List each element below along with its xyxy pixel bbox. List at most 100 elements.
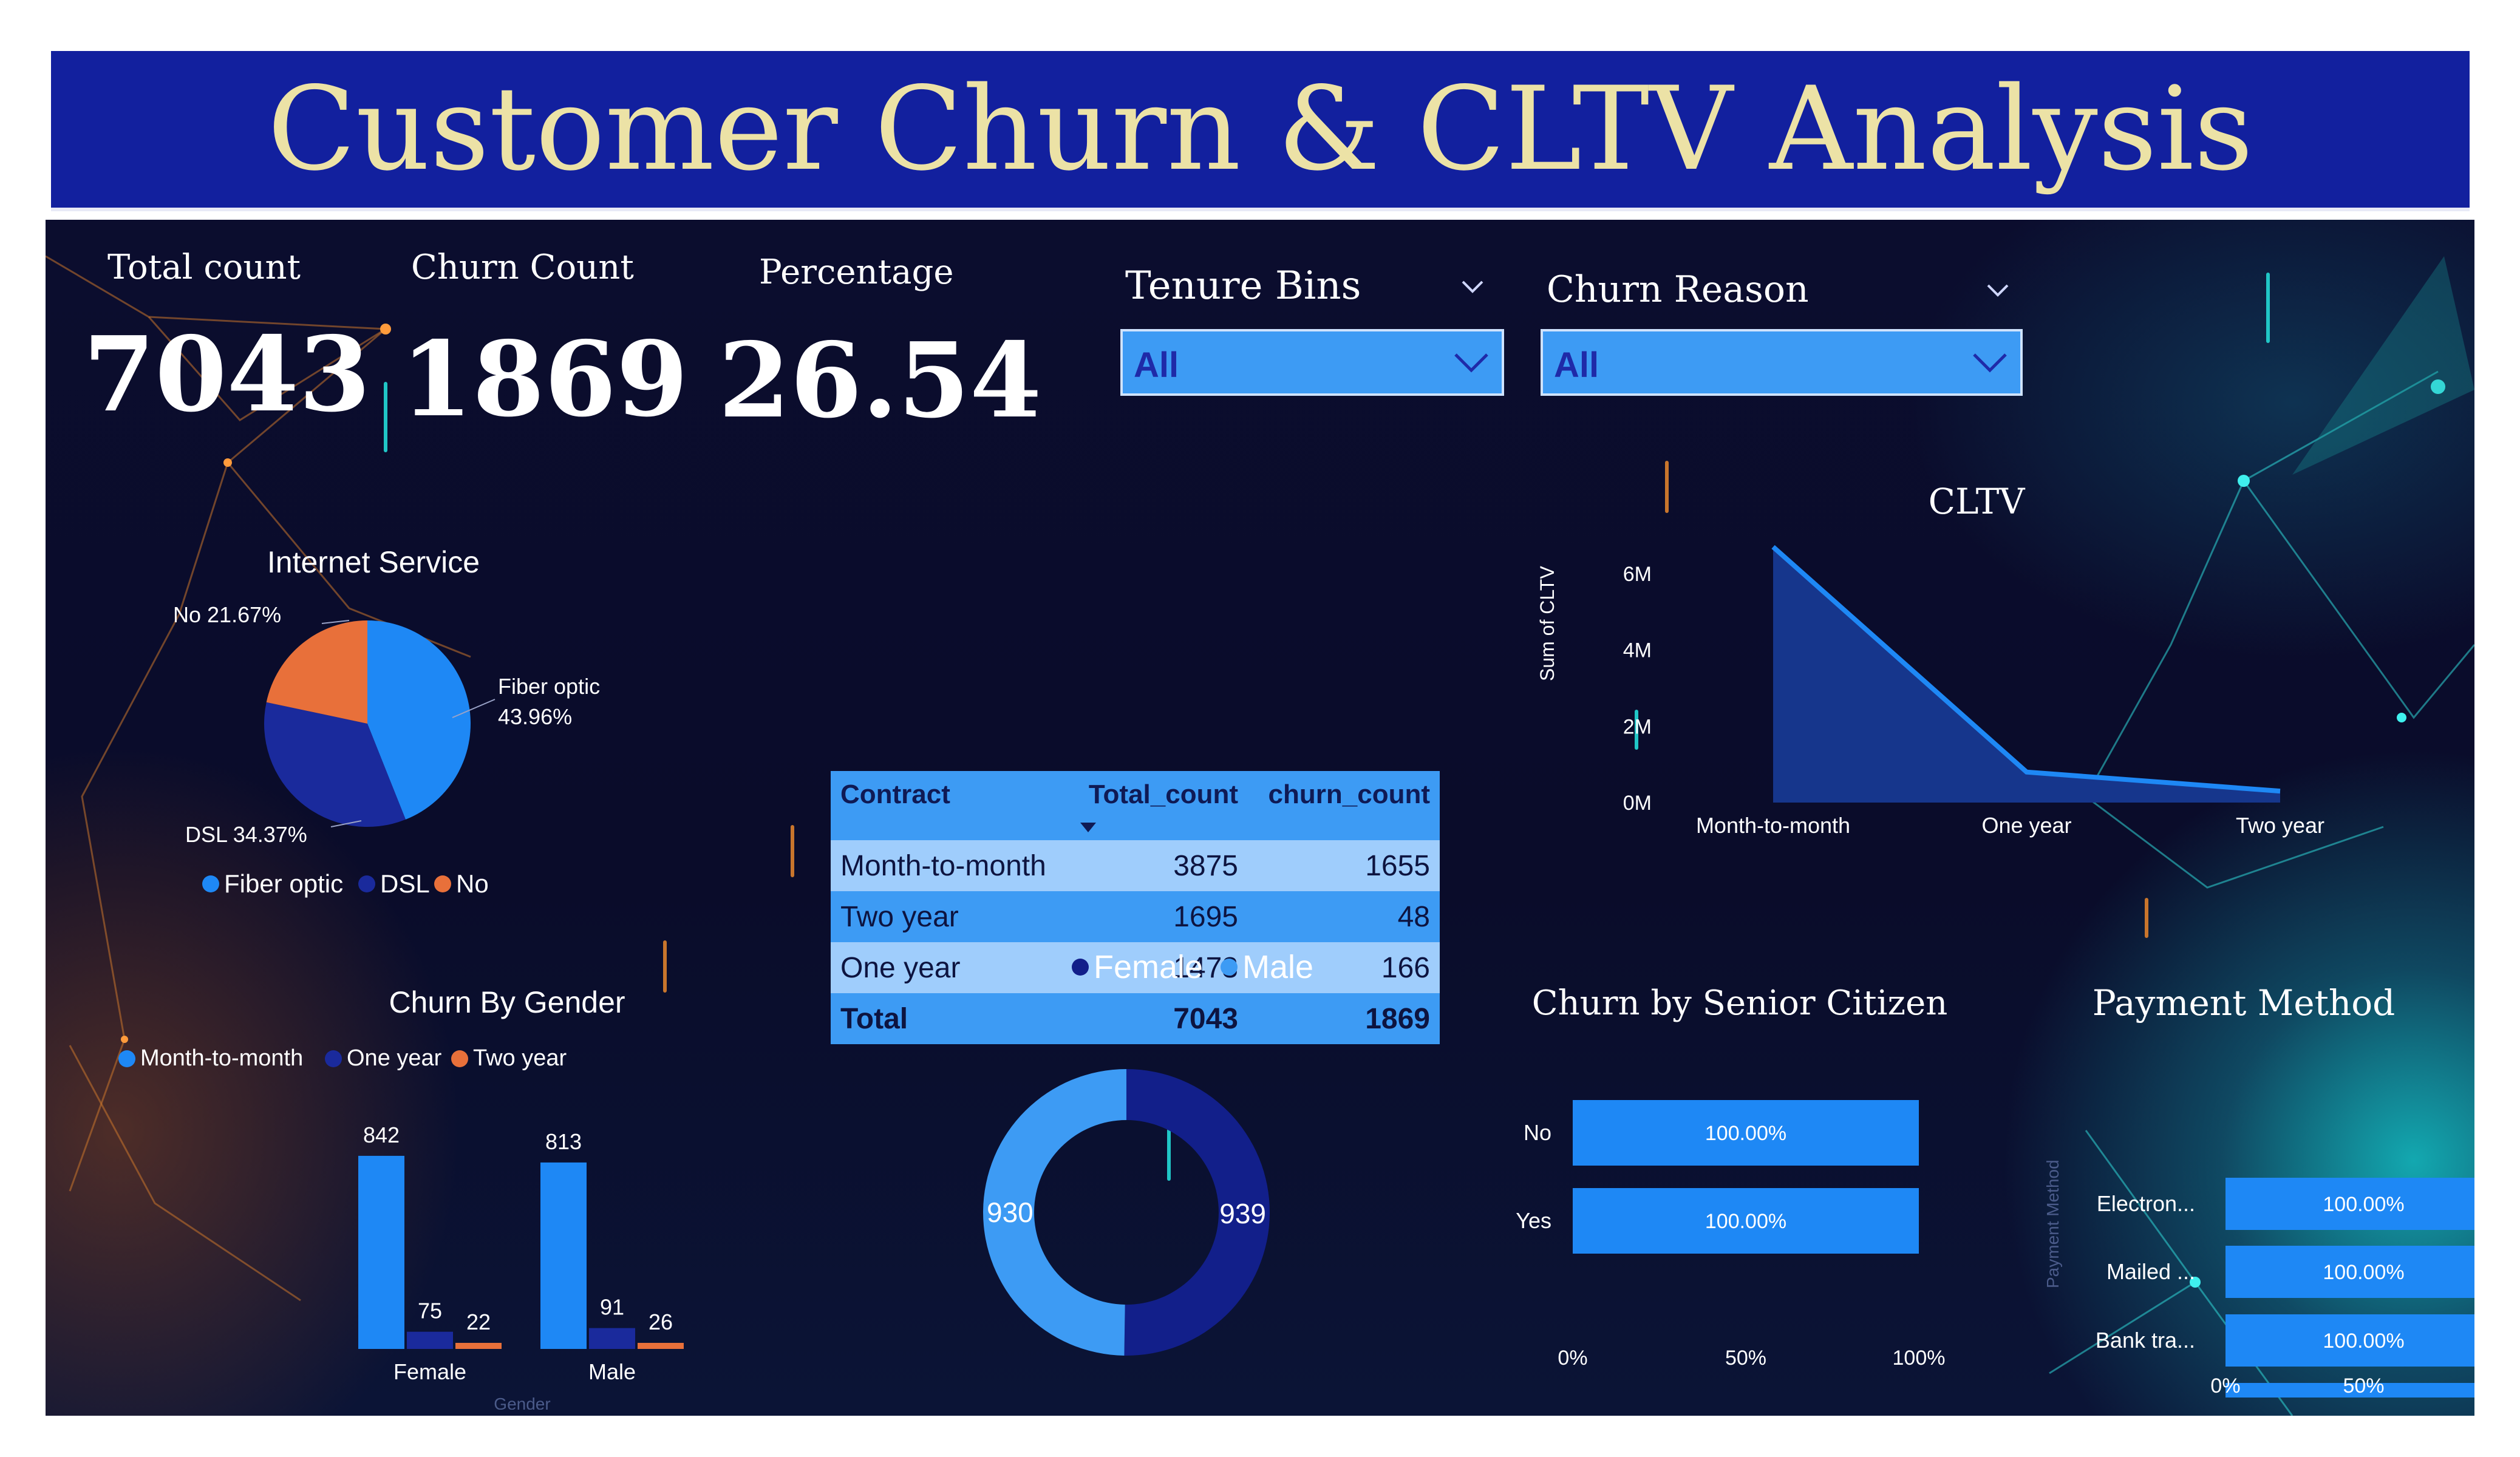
legend-dot-icon bbox=[202, 875, 219, 892]
pie-callout-fiber-pct: 43.96% bbox=[498, 704, 573, 729]
table-cell: 1869 bbox=[1247, 993, 1440, 1044]
churn-count-label: Churn Count bbox=[411, 248, 634, 287]
bar-male-one-year bbox=[589, 1328, 635, 1349]
bar-category-label: Credit c... bbox=[2102, 1396, 2195, 1398]
legend-dot-icon bbox=[451, 1050, 468, 1067]
title-banner: Customer Churn & CLTV Analysis bbox=[51, 51, 2470, 211]
bar-category-label: Bank tra... bbox=[2096, 1328, 2195, 1353]
bar-value-label: 22 bbox=[466, 1309, 491, 1334]
senior-citizen-chart: No 100.00% Yes 100.00% 0% 50% 100% bbox=[1516, 1100, 1946, 1370]
cltv-y-tick: 0M bbox=[1623, 792, 1652, 815]
legend-male[interactable]: Male bbox=[1221, 948, 1313, 986]
bar-male-two-year bbox=[638, 1343, 684, 1349]
churn-by-gender-chart: 842 75 22Female 813 91 26 Male Gender bbox=[358, 1122, 684, 1410]
churn-reason-title: Churn Reason bbox=[1547, 268, 1809, 311]
bar-female-one-year bbox=[407, 1331, 453, 1349]
cltv-y-tick: 4M bbox=[1623, 639, 1652, 662]
legend-dot-icon bbox=[1221, 959, 1238, 976]
bar-value-label: 91 bbox=[600, 1295, 624, 1320]
table-cell: Total bbox=[831, 993, 1069, 1044]
churn-by-gender-title: Churn By Gender bbox=[389, 985, 625, 1019]
legend-female[interactable]: Female bbox=[1072, 948, 1203, 986]
cltv-x-tick: One year bbox=[1981, 813, 2071, 838]
x-tick: 0% bbox=[2210, 1374, 2240, 1398]
donut-label-male: 939 bbox=[1219, 1198, 1266, 1229]
cltv-y-tick: 2M bbox=[1623, 715, 1652, 738]
cltv-x-tick: Month-to-month bbox=[1696, 813, 1850, 838]
internet-service-pie bbox=[264, 620, 471, 827]
bar-value-label: 100.00% bbox=[1705, 1210, 1786, 1233]
x-tick: 0% bbox=[1558, 1347, 1587, 1370]
legend-one-year[interactable]: One year bbox=[325, 1045, 441, 1072]
percentage-label: Percentage bbox=[759, 253, 954, 292]
pie-callout-no: No 21.67% bbox=[173, 602, 282, 627]
gender-donut-chart: 930 939 bbox=[982, 1069, 1270, 1356]
cltv-x-tick: Two year bbox=[2236, 813, 2324, 838]
table-cell: 1655 bbox=[1247, 840, 1440, 891]
table-header-row: Contract Total_count churn_count bbox=[831, 771, 1440, 840]
bar-category-label: Yes bbox=[1516, 1208, 1551, 1233]
table-cell: One year bbox=[831, 942, 1069, 993]
table-cell: 1695 bbox=[1069, 891, 1248, 942]
chevron-down-icon bbox=[1454, 353, 1488, 373]
column-header-contract[interactable]: Contract bbox=[831, 771, 1069, 840]
pie-callout-fiber-label: Fiber optic bbox=[498, 674, 601, 699]
churn-reason-selected: All bbox=[1554, 345, 1599, 385]
column-header-total-count[interactable]: Total_count bbox=[1069, 771, 1248, 840]
table-total-row: Total 7043 1869 bbox=[831, 993, 1440, 1044]
tenure-bins-title: Tenure Bins bbox=[1125, 263, 1361, 308]
x-tick: 100% bbox=[1893, 1347, 1946, 1370]
gender-x-tick: Male bbox=[588, 1359, 636, 1384]
bar-category-label: Mailed ... bbox=[2106, 1259, 2195, 1284]
gender-x-tick: Female bbox=[393, 1359, 466, 1384]
table-row[interactable]: Month-to-month 3875 1655 bbox=[831, 840, 1440, 891]
legend-fiber-optic[interactable]: Fiber optic bbox=[202, 869, 343, 898]
table-row[interactable]: Two year 1695 48 bbox=[831, 891, 1440, 942]
chevron-down-icon bbox=[1973, 353, 2007, 373]
legend-dsl[interactable]: DSL bbox=[358, 869, 430, 898]
table-cell: Two year bbox=[831, 891, 1069, 942]
legend-dot-icon bbox=[1072, 959, 1089, 976]
tenure-bins-dropdown[interactable]: All bbox=[1120, 329, 1504, 396]
table-cell: 7043 bbox=[1069, 993, 1248, 1044]
table-cell: 3875 bbox=[1069, 840, 1248, 891]
bar-value-label: 100.00% bbox=[2323, 1330, 2404, 1353]
contract-table: Contract Total_count churn_count Month-t… bbox=[831, 771, 1440, 1044]
bar-female-two-year bbox=[455, 1343, 502, 1349]
reason-collapse-chevron-icon[interactable] bbox=[1986, 278, 2010, 302]
cltv-y-tick: 6M bbox=[1623, 563, 1652, 586]
tenure-collapse-chevron-icon[interactable] bbox=[1460, 274, 1485, 299]
cltv-area-fill bbox=[1773, 546, 2280, 803]
legend-two-year[interactable]: Two year bbox=[451, 1045, 567, 1072]
dashboard-canvas: Total count 7043 Churn Count 1869 Percen… bbox=[46, 220, 2474, 1416]
legend-month-to-month[interactable]: Month-to-month bbox=[118, 1045, 303, 1072]
legend-no[interactable]: No bbox=[434, 869, 489, 898]
cltv-y-axis-title: Sum of CLTV bbox=[1536, 566, 1558, 681]
senior-citizen-title: Churn by Senior Citizen bbox=[1531, 983, 1948, 1023]
bar-female-month-to-month bbox=[358, 1155, 404, 1349]
bar-value-label: 100.00% bbox=[2323, 1261, 2404, 1284]
churn-reason-dropdown[interactable]: All bbox=[1541, 329, 2023, 396]
bar-value-label: 26 bbox=[649, 1309, 673, 1334]
gender-x-axis-title: Gender bbox=[494, 1394, 550, 1410]
dashboard-title: Customer Churn & CLTV Analysis bbox=[267, 62, 2253, 196]
bar-value-label: 100.00% bbox=[2323, 1193, 2404, 1216]
internet-service-title: Internet Service bbox=[267, 545, 480, 579]
legend-dot-icon bbox=[358, 875, 375, 892]
column-header-churn-count[interactable]: churn_count bbox=[1247, 771, 1440, 840]
table-cell: 48 bbox=[1247, 891, 1440, 942]
tenure-bins-selected: All bbox=[1134, 345, 1179, 385]
x-tick: 50% bbox=[2343, 1374, 2384, 1398]
bar-value-label: 100.00% bbox=[1705, 1122, 1786, 1145]
payment-method-title: Payment Method bbox=[2092, 982, 2396, 1024]
legend-dot-icon bbox=[118, 1050, 135, 1067]
cltv-area-chart: 0M 2M 4M 6M Month-to-month One year Two year bbox=[1623, 545, 2324, 838]
x-tick: 50% bbox=[1725, 1347, 1766, 1370]
bar-category-label: No bbox=[1524, 1120, 1551, 1145]
bar-male-month-to-month bbox=[540, 1162, 587, 1349]
percentage-value: 26.54 bbox=[718, 320, 1042, 441]
total-count-label: Total count bbox=[107, 248, 301, 287]
payment-method-chart: Electron... 100.00% Mailed ... 100.00% Bank … bbox=[2096, 1178, 2474, 1398]
churn-count-value: 1869 bbox=[401, 319, 689, 440]
legend-dot-icon bbox=[434, 875, 451, 892]
